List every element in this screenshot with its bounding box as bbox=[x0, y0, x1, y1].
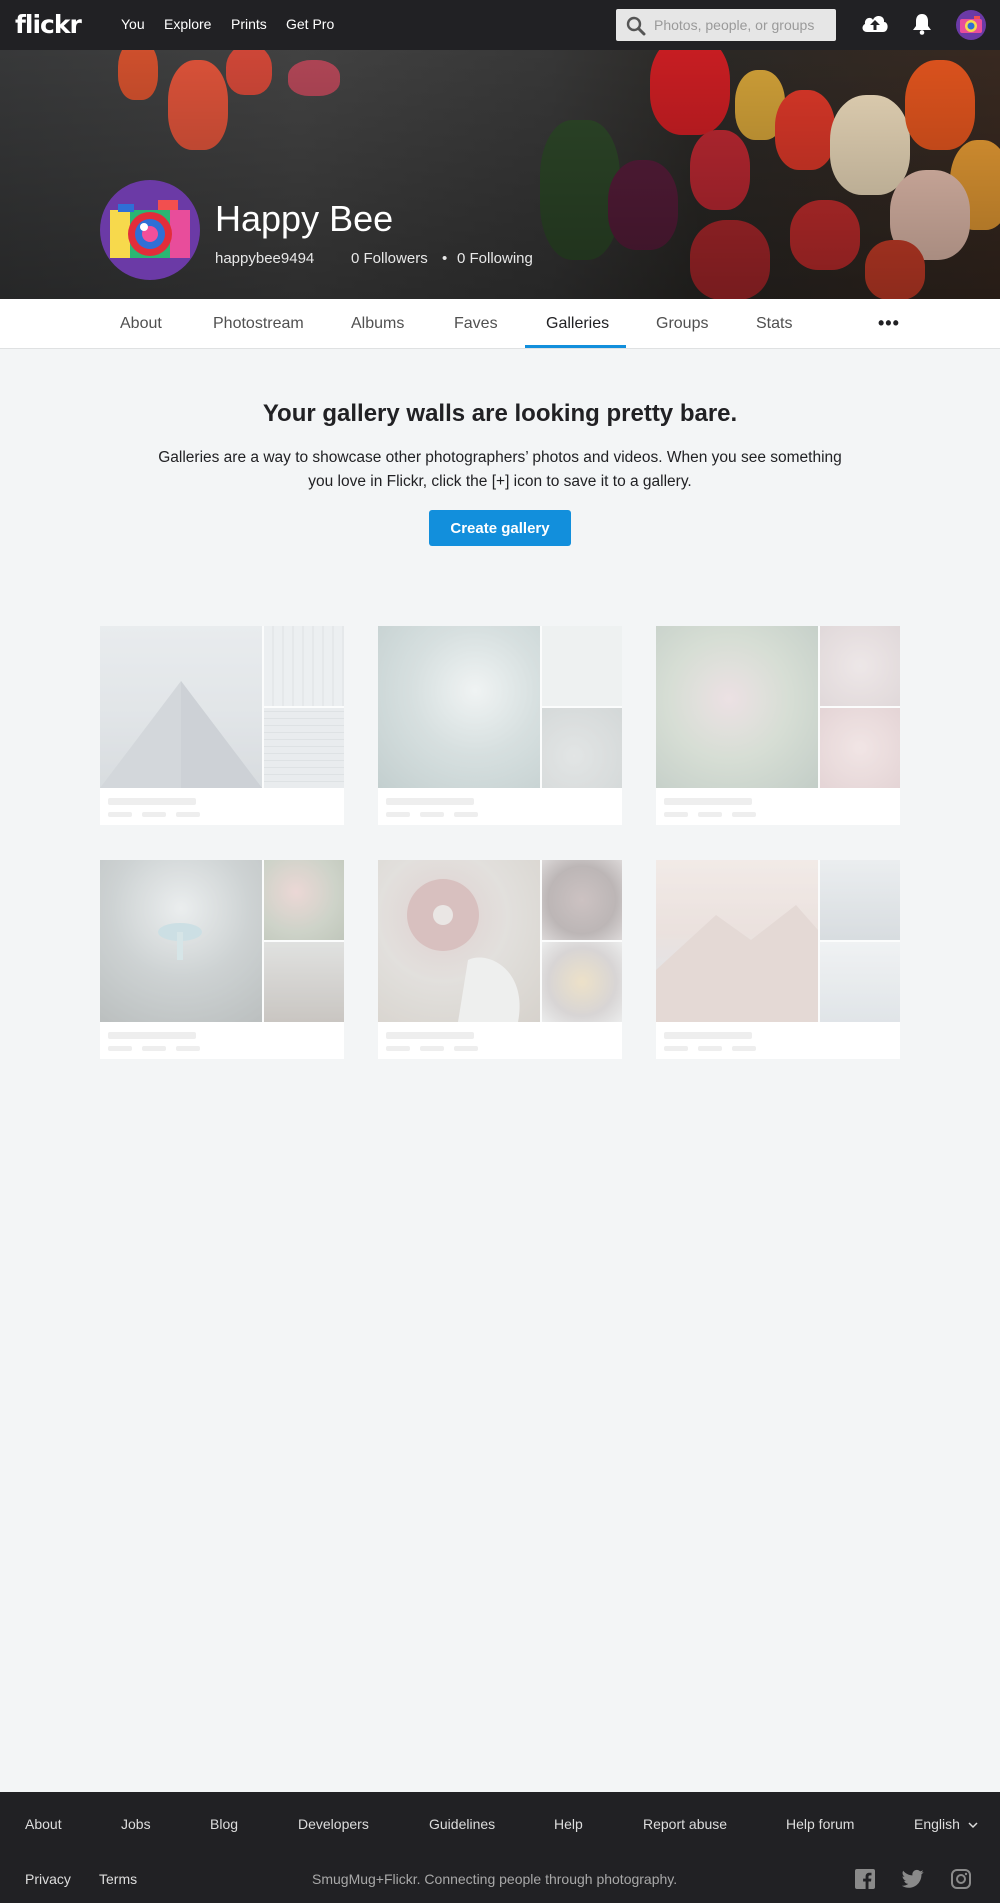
placeholder-meta-line bbox=[732, 812, 756, 817]
placeholder-gallery-card bbox=[656, 626, 900, 825]
placeholder-meta-line bbox=[454, 812, 478, 817]
footer-link-privacy[interactable]: Privacy bbox=[25, 1871, 71, 1887]
camera-avatar-icon bbox=[110, 200, 190, 258]
placeholder-veil bbox=[656, 860, 900, 1022]
tab-about[interactable]: About bbox=[120, 315, 162, 333]
placeholder-meta-line bbox=[732, 1046, 756, 1051]
placeholder-meta-line bbox=[664, 1046, 688, 1051]
language-selector[interactable]: English bbox=[914, 1816, 978, 1832]
chevron-down-icon bbox=[968, 1822, 978, 1829]
tab-photostream[interactable]: Photostream bbox=[213, 315, 304, 333]
profile-cover-photo: Happy Bee happybee9494 0 Followers • 0 F… bbox=[0, 50, 1000, 299]
placeholder-gallery-card bbox=[378, 626, 622, 825]
nav-get-pro[interactable]: Get Pro bbox=[286, 16, 334, 32]
top-navigation-bar: flickr You Explore Prints Get Pro bbox=[0, 0, 1000, 50]
flickr-logo[interactable]: flickr bbox=[15, 10, 82, 39]
placeholder-meta-line bbox=[698, 1046, 722, 1051]
placeholder-gallery-card bbox=[378, 860, 622, 1059]
placeholder-title-line bbox=[108, 798, 196, 805]
placeholder-title-line bbox=[386, 798, 474, 805]
placeholder-veil bbox=[656, 626, 900, 788]
more-options-icon[interactable]: ••• bbox=[878, 313, 900, 334]
placeholder-meta-line bbox=[386, 1046, 410, 1051]
footer-link-about[interactable]: About bbox=[25, 1816, 62, 1832]
empty-state-description: Galleries are a way to showcase other ph… bbox=[158, 449, 842, 490]
nav-explore[interactable]: Explore bbox=[164, 16, 211, 32]
upload-cloud-icon[interactable] bbox=[860, 12, 890, 36]
tab-faves[interactable]: Faves bbox=[454, 315, 498, 333]
tab-galleries[interactable]: Galleries bbox=[546, 315, 609, 333]
facebook-icon[interactable] bbox=[855, 1869, 875, 1889]
placeholder-gallery-card bbox=[656, 860, 900, 1059]
footer-link-guidelines[interactable]: Guidelines bbox=[429, 1816, 495, 1832]
nav-prints[interactable]: Prints bbox=[231, 16, 267, 32]
placeholder-meta-line bbox=[108, 812, 132, 817]
placeholder-veil bbox=[378, 860, 622, 1022]
placeholder-meta-line bbox=[108, 1046, 132, 1051]
placeholder-meta-line bbox=[420, 1046, 444, 1051]
followers-count[interactable]: 0 Followers bbox=[351, 250, 428, 267]
search-box[interactable] bbox=[616, 9, 836, 41]
footer-link-help[interactable]: Help bbox=[554, 1816, 583, 1832]
placeholder-meta-line bbox=[176, 1046, 200, 1051]
site-footer: About Jobs Blog Developers Guidelines He… bbox=[0, 1792, 1000, 1903]
placeholder-veil bbox=[100, 626, 344, 788]
placeholder-meta-line bbox=[176, 812, 200, 817]
footer-link-help-forum[interactable]: Help forum bbox=[786, 1816, 854, 1832]
footer-link-report-abuse[interactable]: Report abuse bbox=[643, 1816, 727, 1832]
tab-albums[interactable]: Albums bbox=[351, 315, 404, 333]
instagram-icon[interactable] bbox=[951, 1869, 971, 1889]
twitter-icon[interactable] bbox=[902, 1869, 924, 1889]
placeholder-meta-line bbox=[698, 812, 722, 817]
placeholder-meta-line bbox=[454, 1046, 478, 1051]
separator-dot: • bbox=[442, 250, 448, 267]
tab-groups[interactable]: Groups bbox=[656, 315, 708, 333]
notifications-bell-icon[interactable] bbox=[912, 13, 932, 35]
profile-display-name: Happy Bee bbox=[215, 198, 394, 239]
footer-link-developers[interactable]: Developers bbox=[298, 1816, 369, 1832]
footer-link-jobs[interactable]: Jobs bbox=[121, 1816, 151, 1832]
footer-link-blog[interactable]: Blog bbox=[210, 1816, 238, 1832]
footer-tagline: SmugMug+Flickr. Connecting people throug… bbox=[312, 1871, 678, 1887]
footer-link-terms[interactable]: Terms bbox=[99, 1871, 137, 1887]
empty-state-title: Your gallery walls are looking pretty ba… bbox=[262, 400, 738, 427]
active-tab-indicator bbox=[525, 345, 626, 348]
placeholder-title-line bbox=[108, 1032, 196, 1039]
profile-avatar[interactable] bbox=[100, 180, 200, 280]
placeholder-veil bbox=[100, 860, 344, 1022]
profile-tabs: About Photostream Albums Faves Galleries… bbox=[0, 299, 1000, 349]
search-icon bbox=[626, 16, 646, 36]
placeholder-meta-line bbox=[420, 812, 444, 817]
placeholder-meta-line bbox=[142, 1046, 166, 1051]
placeholder-meta-line bbox=[386, 812, 410, 817]
placeholder-meta-line bbox=[142, 812, 166, 817]
placeholder-title-line bbox=[664, 798, 752, 805]
search-input[interactable] bbox=[654, 15, 829, 35]
camera-avatar-icon bbox=[960, 16, 982, 33]
placeholder-veil bbox=[378, 626, 622, 788]
placeholder-title-line bbox=[386, 1032, 474, 1039]
language-label: English bbox=[914, 1816, 960, 1832]
following-count[interactable]: 0 Following bbox=[457, 250, 533, 267]
user-avatar[interactable] bbox=[956, 10, 986, 40]
placeholder-gallery-card bbox=[100, 860, 344, 1059]
nav-you[interactable]: You bbox=[121, 16, 145, 32]
placeholder-gallery-card bbox=[100, 626, 344, 825]
create-gallery-button[interactable]: Create gallery bbox=[429, 510, 571, 546]
placeholder-meta-line bbox=[664, 812, 688, 817]
profile-username: happybee9494 bbox=[215, 250, 315, 267]
tab-stats[interactable]: Stats bbox=[756, 315, 792, 333]
placeholder-title-line bbox=[664, 1032, 752, 1039]
